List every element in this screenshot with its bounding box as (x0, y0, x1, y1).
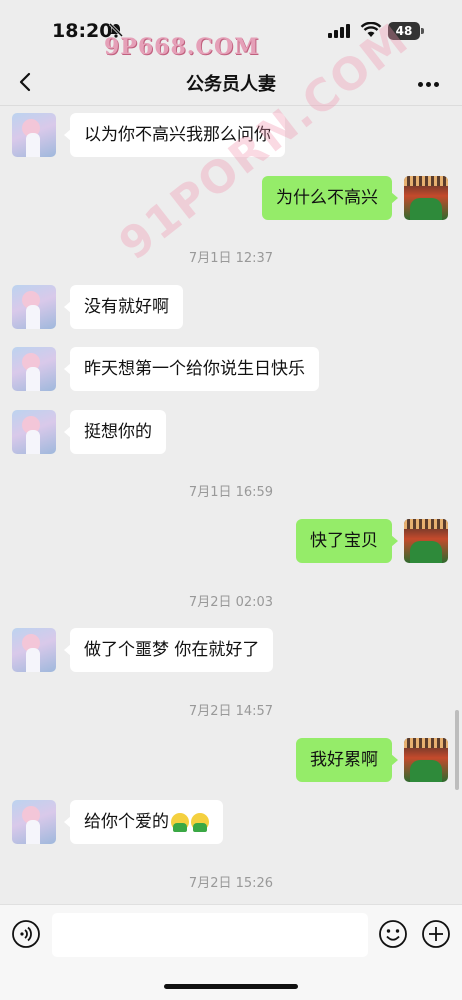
my-avatar[interactable] (404, 738, 448, 782)
contact-avatar[interactable] (12, 410, 56, 454)
contact-avatar[interactable] (12, 285, 56, 329)
hug-emoji-icon (171, 813, 189, 832)
timestamp: 7月1日 16:59 (188, 485, 274, 500)
home-indicator[interactable] (164, 984, 298, 989)
message-bubble[interactable]: 挺想你的 (64, 410, 166, 454)
message-row: 快了宝贝 (0, 519, 462, 563)
watermark-top: 9P668.COM (104, 34, 260, 60)
contact-avatar[interactable] (12, 628, 56, 672)
more-icon[interactable] (418, 72, 446, 92)
message-bubble[interactable]: 为什么不高兴 (262, 176, 398, 220)
battery-tip (421, 28, 424, 34)
message-bubble[interactable]: 昨天想第一个给你说生日快乐 (64, 347, 319, 391)
battery-indicator: 48 (388, 22, 420, 40)
timestamp: 7月1日 12:37 (188, 251, 274, 266)
hug-emoji-icon (191, 813, 209, 832)
message-bubble[interactable]: 快了宝贝 (296, 519, 398, 563)
nav-bar: 公务员人妻 (0, 58, 462, 106)
wifi-icon (360, 22, 382, 37)
signal-icon (328, 24, 350, 38)
message-row: 昨天想第一个给你说生日快乐 (0, 347, 462, 391)
contact-avatar[interactable] (12, 113, 56, 157)
contact-avatar[interactable] (12, 347, 56, 391)
message-row: 没有就好啊 (0, 285, 462, 329)
message-bubble[interactable]: 以为你不高兴我那么问你 (64, 113, 285, 157)
voice-icon[interactable] (11, 919, 41, 949)
message-row: 做了个噩梦 你在就好了 (0, 628, 462, 672)
message-bubble[interactable]: 给你个爱的 (64, 800, 223, 844)
my-avatar[interactable] (404, 176, 448, 220)
message-bubble[interactable]: 没有就好啊 (64, 285, 183, 329)
chat-title: 公务员人妻 (186, 74, 276, 95)
my-avatar[interactable] (404, 519, 448, 563)
message-row: 为什么不高兴 (0, 176, 462, 220)
message-text: 给你个爱的 (84, 812, 169, 832)
contact-avatar[interactable] (12, 800, 56, 844)
message-row: 挺想你的 (0, 410, 462, 454)
timestamp: 7月2日 14:57 (188, 704, 274, 719)
plus-icon[interactable] (421, 919, 451, 949)
timestamp: 7月2日 15:26 (188, 876, 274, 891)
message-bubble[interactable]: 做了个噩梦 你在就好了 (63, 628, 274, 672)
timestamp: 7月2日 02:03 (188, 595, 274, 610)
message-row: 我好累啊 (0, 738, 462, 782)
chat-area[interactable]: 以为你不高兴我那么问你 为什么不高兴 7月1日 12:37 没有就好啊 昨天想第… (0, 106, 462, 904)
message-row: 给你个爱的 (0, 800, 462, 844)
scrollbar[interactable] (455, 710, 459, 790)
message-bubble[interactable]: 我好累啊 (296, 738, 398, 782)
status-bar: 18:20 48 9P668.COM (0, 0, 462, 60)
emoji-icon[interactable] (378, 919, 408, 949)
message-input[interactable] (52, 913, 368, 957)
message-row: 以为你不高兴我那么问你 (0, 113, 462, 157)
